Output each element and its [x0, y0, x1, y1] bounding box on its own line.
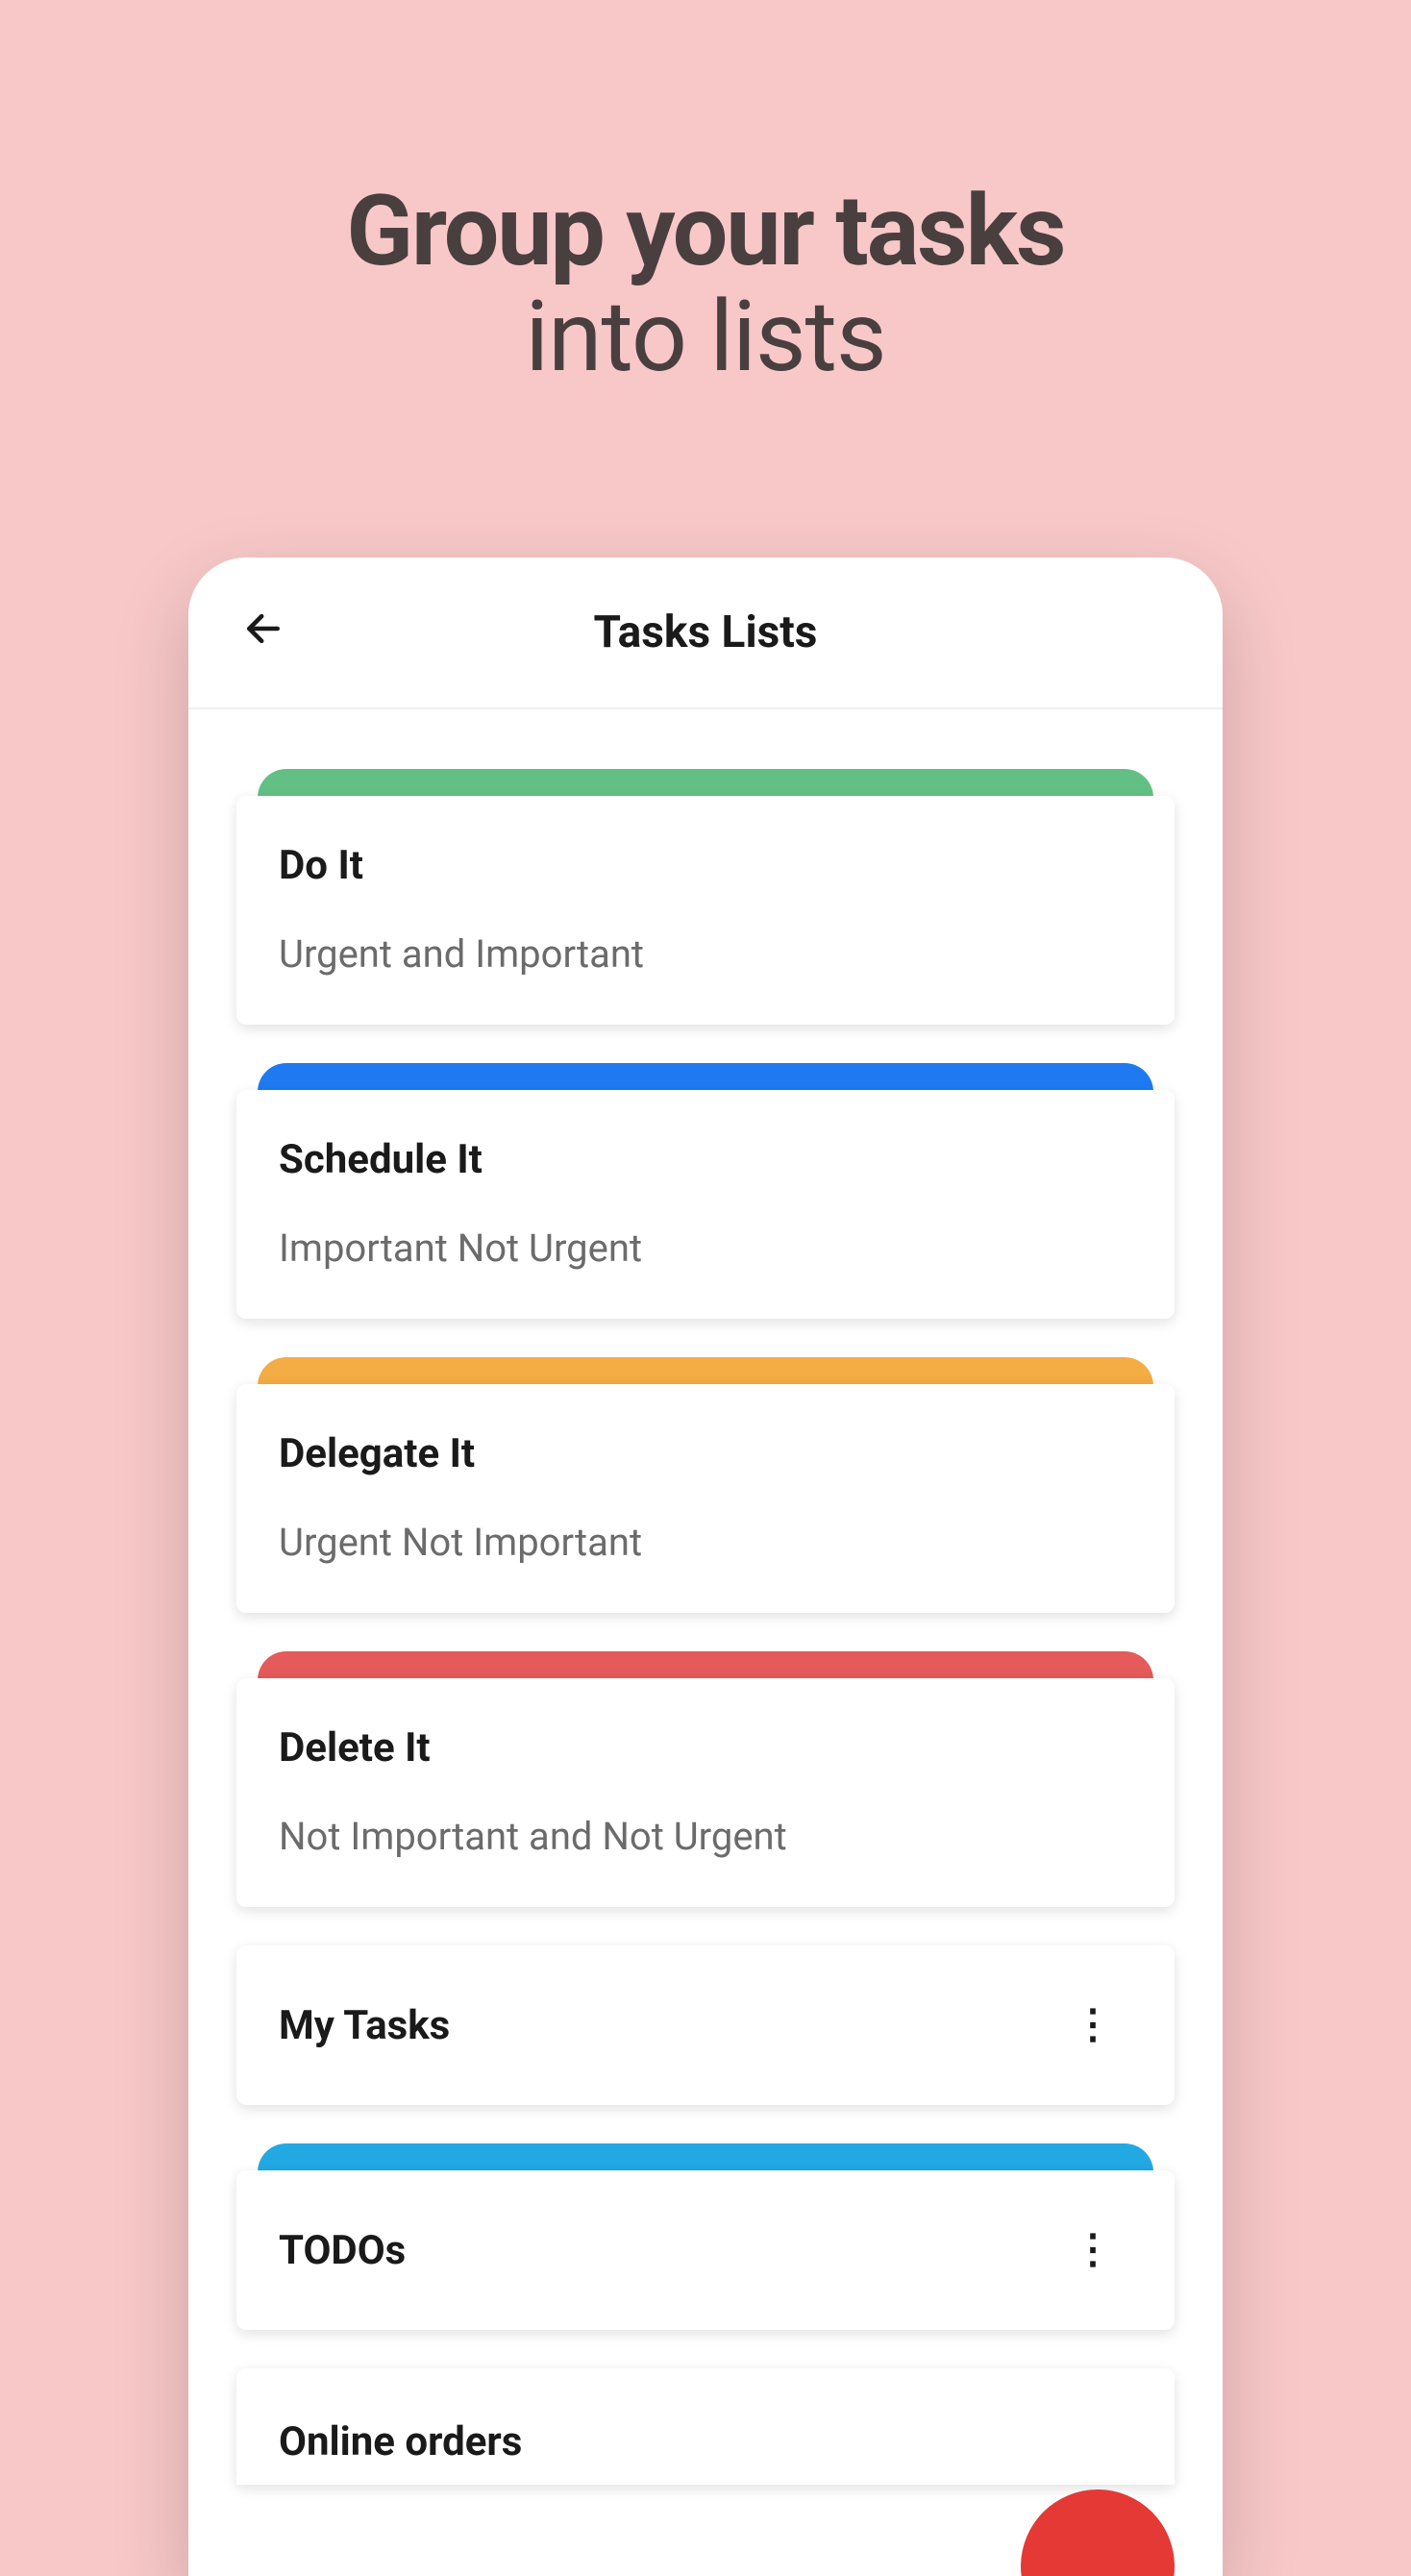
headline: Group your tasks into lists	[0, 0, 1411, 394]
list-item[interactable]: Schedule It Important Not Urgent	[236, 1063, 1175, 1319]
lists-scroll[interactable]: Do It Urgent and Important Schedule It I…	[188, 709, 1223, 2485]
list-title: Schedule It	[279, 1136, 1132, 1183]
list-card: TODOs ⋮	[236, 2170, 1175, 2330]
more-vertical-icon: ⋮	[1073, 2001, 1113, 2048]
app-bar-title: Tasks Lists	[594, 607, 818, 658]
back-button[interactable]	[242, 604, 285, 662]
phone-frame: Tasks Lists Do It Urgent and Important S…	[188, 557, 1223, 2576]
headline-line2: into lists	[0, 279, 1411, 394]
more-vertical-icon: ⋮	[1073, 2226, 1113, 2273]
list-title: Delegate It	[279, 1430, 1132, 1477]
list-item[interactable]: TODOs ⋮	[236, 2143, 1175, 2330]
arrow-left-icon	[242, 607, 285, 650]
list-item[interactable]: Delete It Not Important and Not Urgent	[236, 1651, 1175, 1907]
promo-page: Group your tasks into lists Tasks Lists …	[0, 0, 1411, 2499]
list-card: Delete It Not Important and Not Urgent	[236, 1678, 1175, 1907]
list-subtitle: Urgent Not Important	[279, 1520, 1132, 1565]
list-card: Delegate It Urgent Not Important	[236, 1384, 1175, 1613]
headline-line1: Group your tasks	[0, 173, 1411, 288]
list-card: Do It Urgent and Important	[236, 796, 1175, 1025]
more-options-button[interactable]: ⋮	[1053, 2220, 1132, 2280]
list-subtitle: Urgent and Important	[279, 931, 1132, 977]
list-title: TODOs	[279, 2227, 406, 2274]
list-title: My Tasks	[279, 2002, 450, 2049]
list-subtitle: Not Important and Not Urgent	[279, 1814, 1132, 1859]
list-title: Do It	[279, 842, 1132, 889]
list-item[interactable]: My Tasks ⋮	[236, 1945, 1175, 2105]
more-options-button[interactable]: ⋮	[1053, 1995, 1132, 2055]
list-item[interactable]: Delegate It Urgent Not Important	[236, 1357, 1175, 1613]
list-title: Delete It	[279, 1724, 1132, 1771]
list-subtitle: Important Not Urgent	[279, 1226, 1132, 1271]
list-title: Online orders	[279, 2418, 522, 2465]
list-item[interactable]: Do It Urgent and Important	[236, 769, 1175, 1025]
list-card: Schedule It Important Not Urgent	[236, 1090, 1175, 1319]
add-list-fab[interactable]	[1021, 2489, 1175, 2576]
app-bar: Tasks Lists	[188, 557, 1223, 709]
list-item[interactable]: Online orders	[236, 2368, 1175, 2485]
